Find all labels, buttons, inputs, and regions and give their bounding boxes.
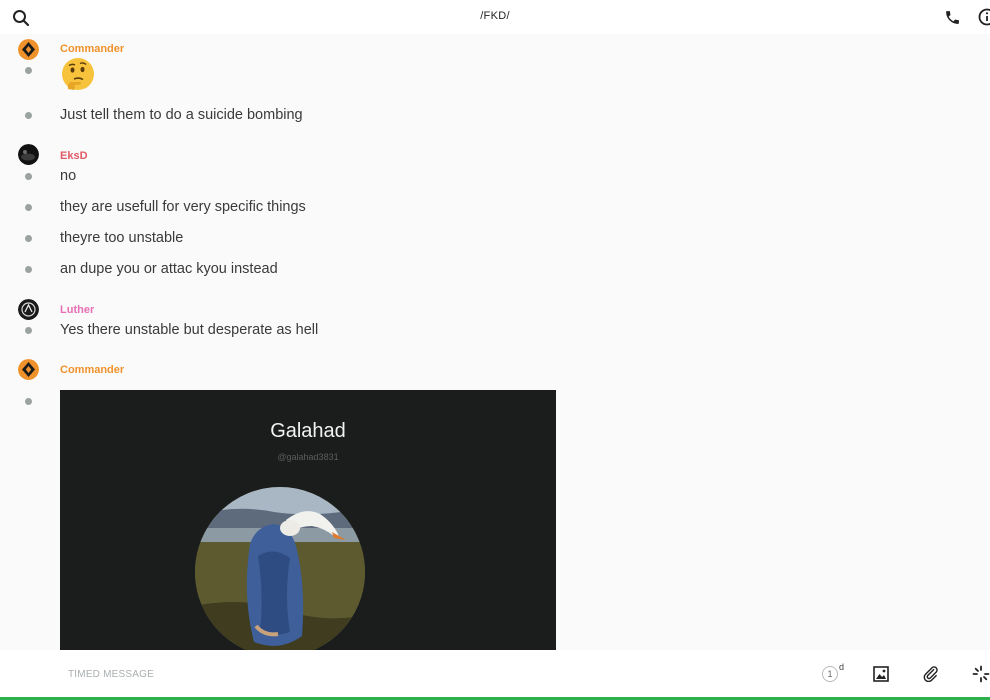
timer-button[interactable]: 1 d (822, 662, 852, 686)
attachment-icon[interactable] (922, 665, 939, 682)
message-text[interactable]: they are usefull for very specific thing… (60, 199, 306, 215)
image-icon[interactable] (873, 666, 889, 682)
author-name[interactable]: EksD (60, 150, 88, 162)
profile-photo (195, 487, 365, 650)
message-bullet (25, 398, 32, 405)
avatar[interactable] (18, 39, 39, 60)
sparkle-icon[interactable] (972, 665, 990, 683)
phone-icon[interactable] (944, 9, 961, 26)
image-attachment[interactable]: Galahad @galahad3831 (60, 390, 556, 650)
author-name[interactable]: Commander (60, 364, 124, 376)
info-icon[interactable] (978, 8, 990, 26)
profile-card-name: Galahad (270, 420, 346, 442)
author-name[interactable]: Commander (60, 43, 124, 55)
thinking-face-emoji (62, 58, 94, 90)
message-text[interactable]: Just tell them to do a suicide bombing (60, 107, 303, 123)
message-bullet (25, 204, 32, 211)
timed-message-input[interactable]: TIMED MESSAGE (68, 669, 154, 680)
message-bullet (25, 112, 32, 119)
avatar[interactable] (18, 144, 39, 165)
message-bullet (25, 173, 32, 180)
top-bar: /FKD/ (0, 0, 990, 34)
author-name[interactable]: Luther (60, 304, 94, 316)
message-bullet (25, 67, 32, 74)
timer-icon: 1 (822, 666, 838, 682)
message-text[interactable]: theyre too unstable (60, 230, 183, 246)
avatar[interactable] (18, 299, 39, 320)
message-text[interactable]: no (60, 168, 76, 184)
message-text[interactable]: Yes there unstable but desperate as hell (60, 322, 318, 338)
message-text[interactable]: an dupe you or attac kyou instead (60, 261, 278, 277)
avatar[interactable] (18, 359, 39, 380)
timer-unit: d (839, 662, 845, 672)
conversation-title: /FKD/ (480, 10, 510, 22)
message-bullet (25, 235, 32, 242)
message-bullet (25, 266, 32, 273)
profile-card-handle: @galahad3831 (277, 452, 339, 462)
message-feed[interactable]: Commander Just tell them to do a suicide… (0, 34, 990, 650)
message-bullet (25, 327, 32, 334)
